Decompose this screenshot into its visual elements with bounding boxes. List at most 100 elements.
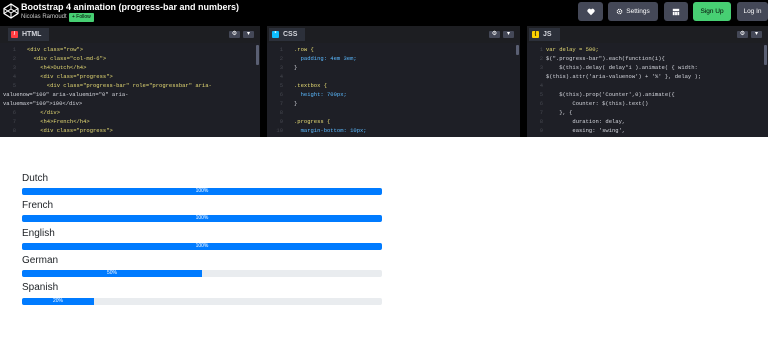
change-view-button[interactable] xyxy=(664,2,688,21)
code-text: <div class="progress"> xyxy=(27,73,113,80)
pen-title: Bootstrap 4 animation (progress-bar and … xyxy=(21,2,240,12)
js-panel: ( JS ⚙ ▾ 1 var delay = 500; 2 $(".progress… xyxy=(527,28,768,137)
code-text: </div> xyxy=(27,109,61,116)
code-text: duration: delay, xyxy=(546,118,626,125)
progress-bar: 100% xyxy=(22,243,382,250)
progress-label-spanish: Spanish xyxy=(22,282,59,293)
code-text: Counter: $(this).text() xyxy=(546,100,649,107)
code-line: 4 <div class="progress"> xyxy=(0,72,260,81)
code-line: 3} xyxy=(267,63,520,72)
progress-bar: 50% xyxy=(22,270,202,277)
css-panel-tab[interactable]: * CSS xyxy=(269,28,306,41)
follow-button[interactable]: + Follow xyxy=(69,13,94,22)
code-line: $(this).attr('aria-valuenow') + '%' }, d… xyxy=(527,72,768,81)
js-code-editor[interactable]: 1 var delay = 500; 2 $(".progress-bar").ea… xyxy=(527,43,768,137)
chevron-down-icon[interactable]: ▾ xyxy=(243,31,254,38)
gear-icon[interactable]: ⚙ xyxy=(229,31,240,38)
line-number: 7 xyxy=(12,118,16,125)
code-line: valuenow="100" aria-valuemin="0" aria- xyxy=(0,90,260,99)
code-line: 5 $(this).prop('Counter',0).animate({ xyxy=(527,90,768,99)
code-line: 8 <div class="progress"> xyxy=(0,126,260,135)
gear-icon[interactable]: ⚙ xyxy=(737,31,748,38)
line-number: 3 xyxy=(12,64,16,71)
code-line: 7 <h4>French</h4> xyxy=(0,117,260,126)
code-text: }, { xyxy=(546,109,573,116)
line-number: 8 xyxy=(539,118,543,125)
progress-label-german: German xyxy=(22,255,59,266)
codepen-logo-icon[interactable] xyxy=(3,3,19,19)
code-text: <div class="col-md-6"> xyxy=(27,55,107,62)
panel-resizer[interactable] xyxy=(260,26,267,137)
line-number: 2 xyxy=(12,55,16,62)
settings-button[interactable]: Settings xyxy=(608,2,658,21)
chevron-down-icon[interactable]: ▾ xyxy=(503,31,514,38)
line-number: 6 xyxy=(279,91,283,98)
line-number: 10 xyxy=(276,127,283,134)
code-line: 1 var delay = 500; xyxy=(527,45,768,54)
author-name[interactable]: Nicolas Ramoudt xyxy=(21,14,67,20)
scrollbar[interactable] xyxy=(764,45,767,65)
code-text: <h4>French</h4> xyxy=(27,118,90,125)
progress-bar: 100% xyxy=(22,215,382,222)
code-text: <div class="progress"> xyxy=(27,127,113,134)
gear-icon xyxy=(616,8,623,15)
css-lang-icon: * xyxy=(272,31,279,38)
line-number: 5 xyxy=(539,91,543,98)
code-line: 8 duration: delay, xyxy=(527,117,768,126)
css-panel-header: * CSS ⚙ ▾ xyxy=(267,28,520,41)
code-line: 6 height: 700px; xyxy=(267,90,520,99)
result-preview: Dutch 100% French 100% English 100% Germ… xyxy=(0,143,768,343)
html-panel-tab[interactable]: / HTML xyxy=(8,28,50,41)
progress-track: 100% xyxy=(22,188,382,195)
panel-resizer[interactable] xyxy=(520,26,527,137)
line-number: 3 xyxy=(539,64,543,71)
code-line: 8 xyxy=(267,108,520,117)
code-text: $(this).attr('aria-valuenow') + '%' }, d… xyxy=(546,73,702,80)
code-line: 9 .progress { xyxy=(267,117,520,126)
js-panel-tab[interactable]: ( JS xyxy=(529,28,560,41)
code-line: 2 $(".progress-bar").each(function(i){ xyxy=(527,54,768,63)
scrollbar[interactable] xyxy=(516,45,519,55)
progress-label-english: English xyxy=(22,228,55,239)
code-line: 7} xyxy=(267,99,520,108)
heart-button[interactable] xyxy=(578,2,603,21)
js-panel-header: ( JS ⚙ ▾ xyxy=(527,28,768,41)
code-text: <div class="progress-bar" role="progress… xyxy=(27,82,212,89)
line-number: 1 xyxy=(279,46,283,53)
chevron-down-icon[interactable]: ▾ xyxy=(751,31,762,38)
line-number: 8 xyxy=(279,109,283,116)
css-panel-title: CSS xyxy=(283,31,298,38)
signup-button[interactable]: Sign Up xyxy=(693,2,731,21)
line-number: 2 xyxy=(279,55,283,62)
js-lang-icon: ( xyxy=(532,31,539,38)
code-text: } xyxy=(294,64,298,71)
line-number: 2 xyxy=(539,55,543,62)
code-text: padding: 4em 3em; xyxy=(294,55,357,62)
code-line: 2 padding: 4em 3em; xyxy=(267,54,520,63)
line-number: 1 xyxy=(12,46,16,53)
line-number: 4 xyxy=(279,73,283,80)
css-code-editor[interactable]: 1 .row { 2 padding: 4em 3em; 3} 4 5 .textb… xyxy=(267,43,520,137)
html-code-editor[interactable]: 1 <div class="row"> 2 <div class="col-md-… xyxy=(0,43,260,137)
code-text: } xyxy=(294,100,298,107)
line-number: 8 xyxy=(12,127,16,134)
code-line: 2 <div class="col-md-6"> xyxy=(0,54,260,63)
code-text: var delay = 500; xyxy=(546,46,599,53)
line-number: 9 xyxy=(279,118,283,125)
code-line: valuemax="100">100</div> xyxy=(0,99,260,108)
line-number: 3 xyxy=(279,64,283,71)
code-text: $(".progress-bar").each(function(i){ xyxy=(546,55,665,62)
code-line: 6 Counter: $(this).text() xyxy=(527,99,768,108)
gear-icon[interactable]: ⚙ xyxy=(489,31,500,38)
code-line: 1 .row { xyxy=(267,45,520,54)
line-number: 5 xyxy=(279,82,283,89)
login-button[interactable]: Log In xyxy=(737,2,768,21)
code-text: margin-bottom: 10px; xyxy=(294,127,367,134)
line-number: 9 xyxy=(539,127,543,134)
line-number: 7 xyxy=(539,109,543,116)
code-line: 1 <div class="row"> xyxy=(0,45,260,54)
scrollbar[interactable] xyxy=(256,45,259,65)
progress-bar: 20% xyxy=(22,298,94,305)
code-text: <h4>Dutch</h4> xyxy=(27,64,87,71)
progress-label-dutch: Dutch xyxy=(22,173,49,184)
